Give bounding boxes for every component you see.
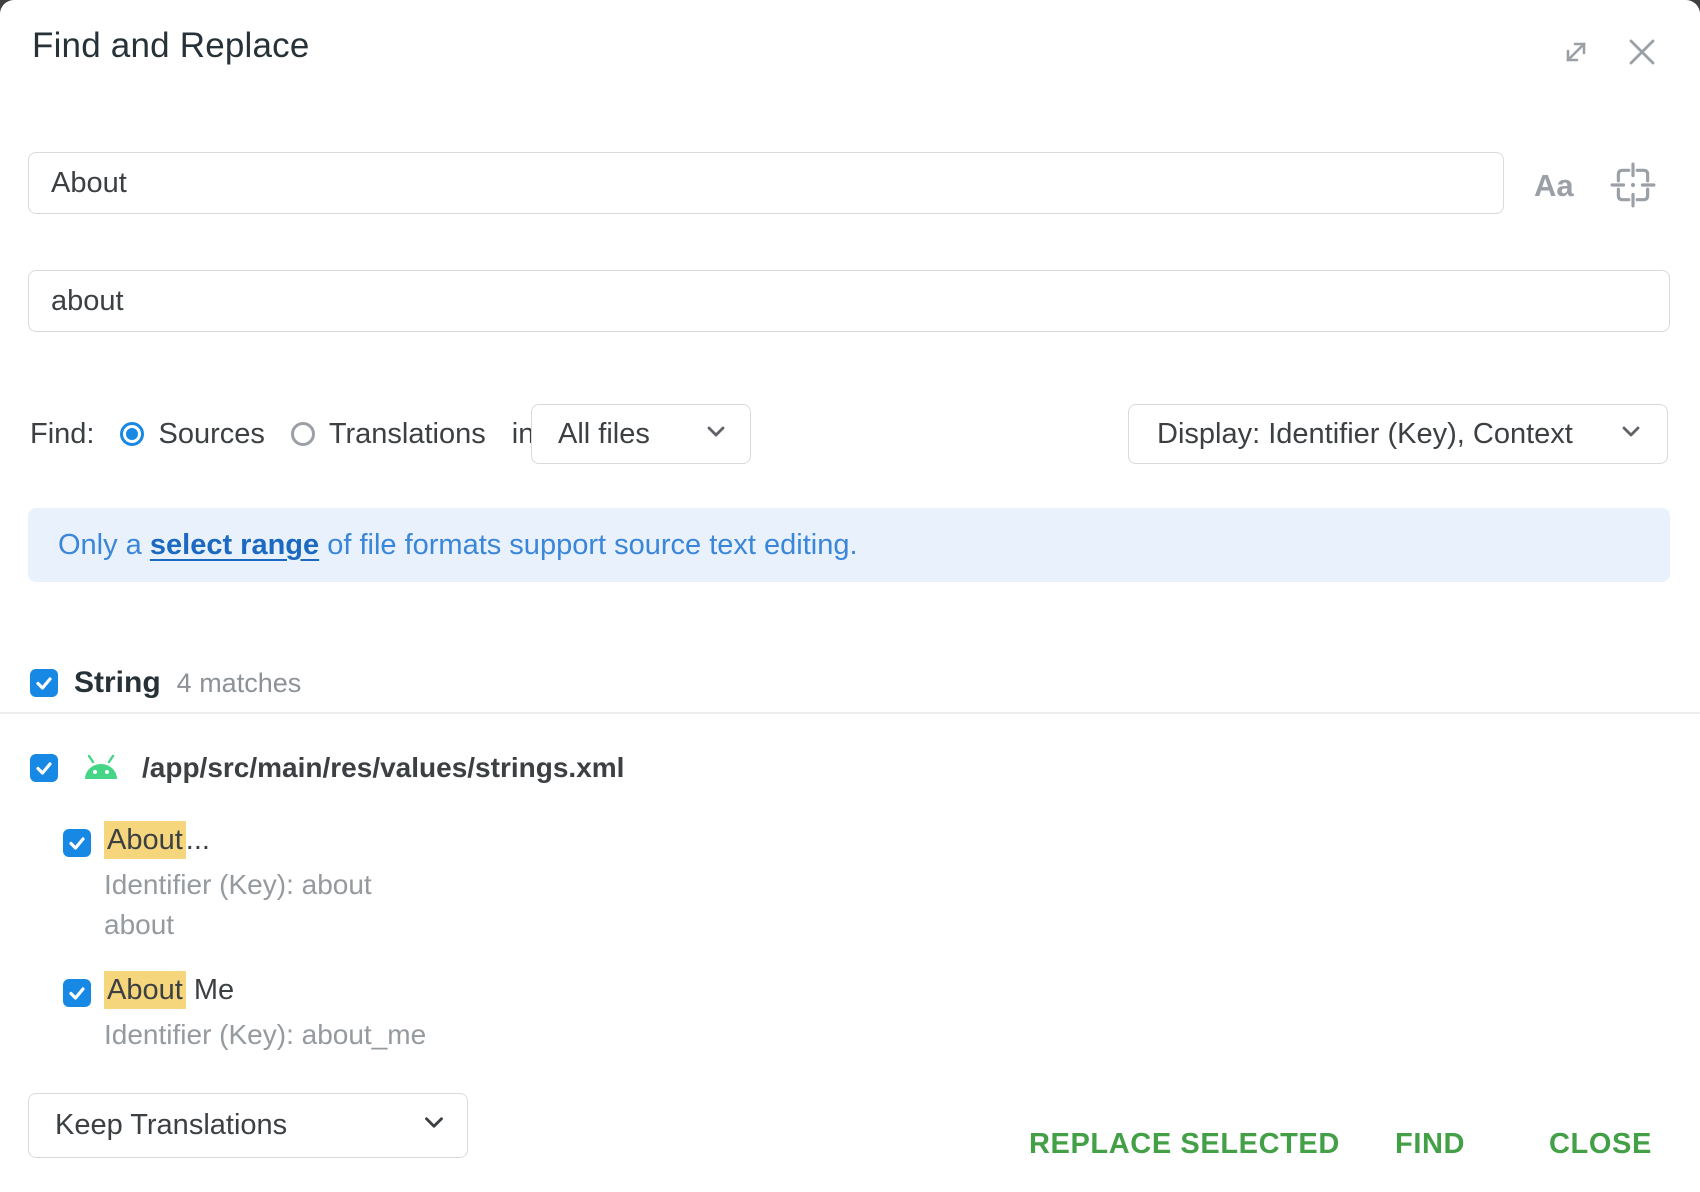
banner-text-before: Only a (58, 529, 150, 562)
match-rest: ... (186, 824, 210, 856)
find-scope-label: Find: (30, 418, 94, 451)
sources-radio-label[interactable]: Sources (158, 418, 264, 451)
dialog-title: Find and Replace (32, 26, 310, 66)
banner-text-after: of file formats support source text edit… (319, 529, 857, 562)
chevron-down-icon (702, 418, 730, 451)
match-case-icon: Aa (1534, 168, 1574, 203)
search-scope-row: Find: Sources Translations in (30, 404, 534, 464)
replace-input[interactable] (28, 270, 1670, 332)
display-options-select[interactable]: Display: Identifier (Key), Context (1128, 404, 1668, 464)
find-input[interactable] (28, 152, 1504, 214)
translations-radio-label[interactable]: Translations (329, 418, 486, 451)
select-range-link[interactable]: select range (150, 529, 319, 562)
info-banner: Only a select range of file formats supp… (28, 508, 1670, 582)
close-button[interactable]: CLOSE (1549, 1128, 1652, 1161)
chevron-down-icon (419, 1109, 449, 1143)
string-group-label: String (74, 666, 161, 700)
replace-selected-button[interactable]: REPLACE SELECTED (1029, 1128, 1340, 1161)
selection-frame-icon (1610, 162, 1656, 213)
display-options-value: Display: Identifier (Key), Context (1157, 418, 1573, 451)
expand-dialog-button[interactable] (1556, 34, 1596, 74)
file-path: /app/src/main/res/values/strings.xml (142, 752, 624, 784)
match-identifier: Identifier (Key): about_me (104, 1019, 426, 1051)
expand-icon (1559, 35, 1593, 74)
match-case-button[interactable]: Aa (1534, 168, 1574, 204)
match-whole-phrase-button[interactable] (1610, 164, 1656, 210)
highlighted-match: About (104, 971, 186, 1009)
translations-radio[interactable] (291, 422, 315, 446)
close-icon (1623, 33, 1661, 76)
file-checkbox[interactable] (30, 754, 58, 782)
find-and-replace-dialog: Find and Replace Aa (0, 0, 1700, 1192)
match-checkbox[interactable] (63, 829, 91, 857)
sources-radio[interactable] (120, 422, 144, 446)
string-group-checkbox[interactable] (30, 669, 58, 697)
string-group-row: String 4 matches (30, 666, 301, 700)
file-scope-select[interactable]: All files (531, 404, 751, 464)
match-rest: Me (186, 974, 234, 1006)
match-text: About Me (104, 974, 234, 1007)
file-scope-value: All files (558, 418, 650, 451)
match-identifier: Identifier (Key): about (104, 869, 372, 901)
match-count: 4 matches (177, 668, 302, 699)
close-dialog-button[interactable] (1620, 32, 1664, 76)
match-checkbox[interactable] (63, 979, 91, 1007)
match-text: About... (104, 824, 210, 857)
file-row: /app/src/main/res/values/strings.xml (30, 752, 624, 784)
highlighted-match: About (104, 821, 186, 859)
chevron-down-icon (1617, 418, 1645, 451)
match-context: about (104, 909, 174, 941)
android-icon (82, 753, 120, 783)
translations-mode-value: Keep Translations (55, 1109, 287, 1142)
divider (0, 712, 1700, 714)
translations-mode-select[interactable]: Keep Translations (28, 1093, 468, 1158)
find-button[interactable]: FIND (1395, 1128, 1465, 1161)
